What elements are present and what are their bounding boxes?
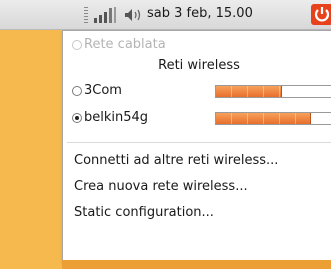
desktop-background (62, 260, 331, 269)
radio-icon (72, 86, 82, 96)
signal-strength-fill (216, 86, 282, 97)
signal-strength-bar (215, 85, 331, 98)
wireless-section-header: Reti wireless (63, 56, 331, 77)
create-new-network-item[interactable]: Crea nuova rete wireless... (63, 177, 331, 198)
clock[interactable]: sab 3 feb, 15.00 (147, 6, 253, 21)
radio-selected-icon (72, 113, 82, 123)
menu-item-wired: Rete cablata (63, 35, 331, 56)
radio-icon (72, 40, 82, 50)
top-panel: sab 3 feb, 15.00 (0, 0, 331, 30)
network-name: 3Com (84, 83, 122, 98)
network-name: belkin54g (84, 110, 149, 125)
network-menu: Rete cablata Reti wireless 3Com belkin54… (62, 30, 331, 262)
static-configuration-item[interactable]: Static configuration... (63, 203, 331, 224)
connect-other-networks-item[interactable]: Connetti ad altre reti wireless... (63, 151, 331, 172)
wifi-network-3com[interactable]: 3Com (63, 81, 331, 102)
speaker-volume-icon[interactable] (123, 7, 143, 23)
create-new-label: Crea nuova rete wireless... (74, 179, 248, 194)
signal-strength-bar (215, 112, 331, 125)
separator (67, 142, 331, 143)
panel-drag-handle[interactable] (84, 7, 88, 23)
wireless-header-label: Reti wireless (158, 58, 240, 73)
wireless-signal-icon[interactable] (93, 6, 117, 24)
wired-label: Rete cablata (84, 37, 166, 52)
power-icon[interactable] (311, 4, 331, 25)
static-config-label: Static configuration... (74, 205, 214, 220)
wifi-network-belkin54g[interactable]: belkin54g (63, 108, 331, 129)
connect-other-label: Connetti ad altre reti wireless... (74, 153, 279, 168)
signal-strength-fill (216, 113, 312, 124)
